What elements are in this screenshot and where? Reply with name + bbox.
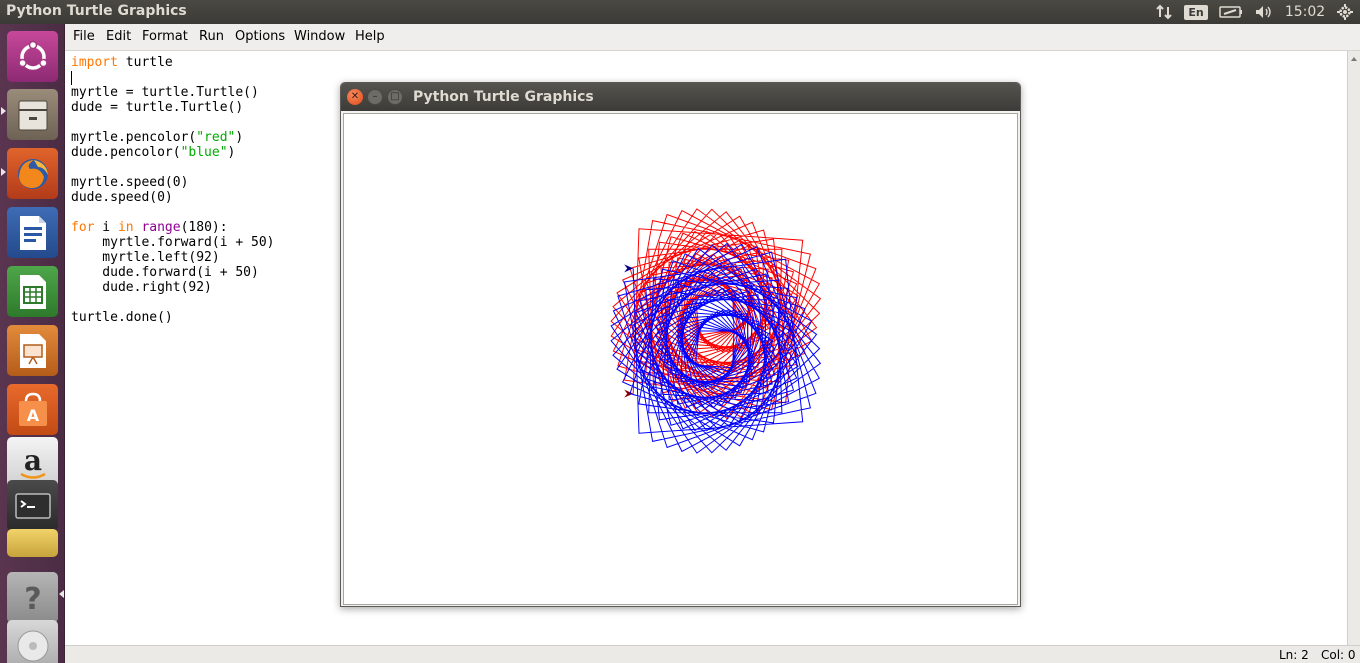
vertical-scrollbar[interactable]	[1347, 51, 1360, 645]
minimize-icon: –	[372, 91, 378, 102]
terminal-icon[interactable]	[7, 480, 58, 531]
firefox-icon[interactable]	[7, 148, 58, 199]
menu-window[interactable]: Window	[294, 29, 345, 44]
text-cursor	[71, 70, 72, 85]
string-literal: "red"	[196, 130, 236, 145]
keyword: import	[71, 55, 118, 70]
running-indicator	[1, 107, 6, 115]
libreoffice-impress-icon[interactable]	[7, 325, 58, 376]
code-line: myrtle = turtle.Turtle()	[71, 85, 259, 100]
menu-format[interactable]: Format	[142, 29, 188, 44]
builtin: range	[141, 220, 181, 235]
code-line: dude.right(92)	[71, 280, 212, 295]
code-line: turtle.done()	[71, 310, 173, 325]
myrtle-turtle-icon	[624, 389, 634, 398]
code-line: myrtle.left(92)	[71, 250, 220, 265]
code-token: myrtle.pencolor(	[71, 130, 197, 145]
gear-icon[interactable]	[1334, 3, 1356, 21]
dvd-icon[interactable]	[7, 620, 58, 663]
active-window-title: Python Turtle Graphics	[6, 3, 187, 19]
ubuntu-dash-icon[interactable]	[7, 31, 58, 82]
keyboard-layout-indicator[interactable]: En	[1184, 3, 1208, 21]
code-token: dude.pencolor(	[71, 145, 181, 160]
menu-help[interactable]: Help	[355, 29, 385, 44]
turtle-canvas	[343, 113, 1018, 605]
turtle-drawing	[610, 208, 822, 454]
code-token: )	[235, 130, 244, 145]
files-icon[interactable]	[7, 89, 58, 140]
clock[interactable]: 15:02	[1284, 3, 1326, 21]
svg-text:?: ?	[24, 582, 41, 617]
string-literal: "blue"	[180, 145, 228, 160]
network-arrows-icon[interactable]	[1153, 3, 1175, 21]
keyword: in	[117, 220, 134, 235]
turtle-titlebar[interactable]: ✕ – □ Python Turtle Graphics	[341, 83, 1020, 111]
dude-turtle-icon	[624, 264, 634, 273]
code-text[interactable]: import turtle myrtle = turtle.Turtle() d…	[71, 55, 275, 325]
notes-icon[interactable]	[7, 529, 58, 557]
svg-text:A: A	[26, 406, 39, 425]
maximize-icon: □	[390, 91, 400, 102]
line-number: Ln: 2	[1279, 648, 1309, 662]
turtle-window-title: Python Turtle Graphics	[413, 89, 594, 105]
libreoffice-writer-icon[interactable]	[7, 207, 58, 258]
close-icon: ✕	[350, 91, 360, 102]
close-button[interactable]: ✕	[347, 89, 363, 105]
scroll-up-icon[interactable]	[1351, 57, 1357, 61]
menu-run[interactable]: Run	[199, 29, 224, 44]
svg-text:a: a	[23, 444, 41, 477]
status-bar: Ln: 2 Col: 0	[65, 645, 1360, 663]
launcher: A a ?	[0, 24, 65, 663]
volume-icon[interactable]	[1253, 3, 1275, 21]
code-line: myrtle.forward(i + 50)	[71, 235, 275, 250]
code-token: turtle	[117, 55, 173, 70]
minimize-button[interactable]: –	[367, 89, 383, 105]
keyboard-layout-label: En	[1184, 4, 1208, 20]
code-line: dude.speed(0)	[71, 190, 173, 205]
column-number: Col: 0	[1321, 648, 1356, 662]
code-token: )	[227, 145, 236, 160]
libreoffice-calc-icon[interactable]	[7, 266, 58, 317]
battery-icon[interactable]	[1218, 3, 1244, 21]
code-line: dude = turtle.Turtle()	[71, 100, 244, 115]
turtle-window: ✕ – □ Python Turtle Graphics	[340, 82, 1021, 607]
menubar: File Edit Format Run Options Window Help	[65, 24, 1360, 51]
running-indicator	[1, 168, 6, 176]
code-line: dude.forward(i + 50)	[71, 265, 259, 280]
code-token: (180):	[180, 220, 228, 235]
ubuntu-software-icon[interactable]: A	[7, 384, 58, 435]
maximize-button[interactable]: □	[387, 89, 403, 105]
menu-options[interactable]: Options	[235, 29, 285, 44]
scroll-indicator	[59, 590, 64, 598]
keyword: for	[71, 220, 95, 235]
menu-file[interactable]: File	[73, 29, 95, 44]
help-icon[interactable]: ?	[7, 572, 58, 623]
code-line: myrtle.speed(0)	[71, 175, 189, 190]
menu-edit[interactable]: Edit	[106, 29, 131, 44]
top-panel: Python Turtle Graphics En 15:02	[0, 0, 1360, 24]
code-token: i	[94, 220, 118, 235]
